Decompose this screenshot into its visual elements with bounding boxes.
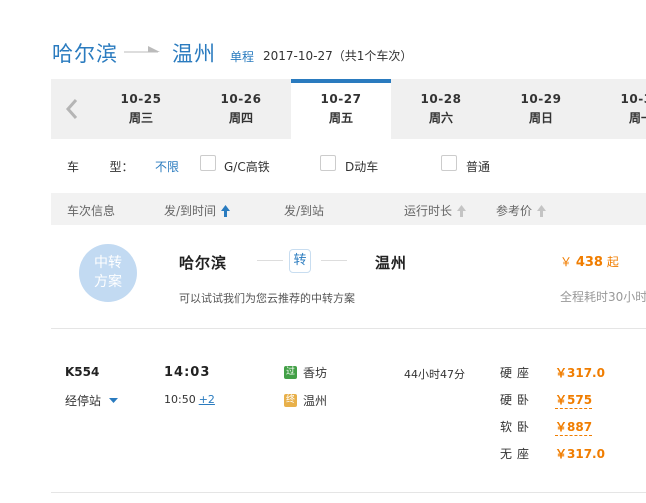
sort-up-icon bbox=[457, 204, 467, 217]
header-dep-arr-station: 发/到站 bbox=[284, 202, 324, 219]
seat-price: ￥317.0 bbox=[555, 366, 605, 380]
date-tab-weekday: 周三 bbox=[128, 111, 153, 125]
stops-label: 经停站 bbox=[65, 394, 102, 408]
terminal-station-icon: 终 bbox=[284, 394, 297, 407]
route-arrow-icon bbox=[124, 46, 160, 53]
table-header: 车次信息 发/到时间 发/到站 运行时长 参考价 bbox=[51, 193, 646, 225]
arrival-station-name: 温州 bbox=[303, 394, 328, 408]
transfer-icon: 转 bbox=[289, 249, 311, 273]
departure-station: 过 香坊 bbox=[284, 364, 327, 381]
train-row: K554 经停站 14:03 10:50 +2 过 香坊 终 温州 44小时47分… bbox=[51, 358, 646, 468]
filter-value-all[interactable]: 不限 bbox=[155, 158, 179, 175]
date-tab-weekday: 周一 bbox=[628, 111, 646, 125]
date-tab-weekday: 周六 bbox=[428, 111, 453, 125]
date-prev-button[interactable] bbox=[51, 79, 93, 139]
badge-line: 中转 bbox=[94, 255, 122, 271]
header-dep-arr-time[interactable]: 发/到时间 bbox=[164, 202, 231, 219]
date-tab-10-25[interactable]: 10-25 周三 bbox=[91, 79, 191, 139]
header-label: 参考价 bbox=[496, 204, 533, 218]
trip-date-summary: 2017-10-27（共1个车次） bbox=[263, 49, 413, 63]
caret-down-icon bbox=[109, 397, 119, 403]
transfer-plan-badge: 中转 方案 bbox=[79, 244, 137, 302]
price-value: 438 bbox=[575, 255, 603, 270]
checkbox-gc[interactable] bbox=[200, 155, 216, 171]
pass-station-icon: 过 bbox=[284, 366, 297, 379]
departure-time: 14:03 bbox=[164, 365, 211, 380]
transfer-plan-row[interactable]: 中转 方案 哈尔滨 转 温州 可以试试我们为您云推荐的中转方案 ￥ 438 起 … bbox=[51, 228, 646, 329]
header-train-info: 车次信息 bbox=[67, 202, 115, 219]
seat-price[interactable]: ￥887 bbox=[555, 418, 593, 436]
seat-hard-seat: 硬座 ￥317.0 bbox=[500, 364, 646, 384]
date-tab-10-28[interactable]: 10-28 周六 bbox=[391, 79, 491, 139]
date-tab-weekday: 周五 bbox=[328, 111, 353, 125]
date-tab-10-26[interactable]: 10-26 周四 bbox=[191, 79, 291, 139]
seat-price: ￥317.0 bbox=[555, 447, 605, 461]
date-tab-date: 10-30 bbox=[620, 92, 646, 106]
filter-option-d[interactable]: D动车 bbox=[345, 158, 378, 175]
seat-no-seat: 无座 ￥317.0 bbox=[500, 445, 646, 465]
transfer-line-right bbox=[321, 260, 347, 261]
transfer-line-left bbox=[257, 260, 283, 261]
checkbox-normal[interactable] bbox=[441, 155, 457, 171]
header-price[interactable]: 参考价 bbox=[496, 202, 547, 219]
arrival-time: 10:50 bbox=[164, 393, 196, 406]
train-number[interactable]: K554 bbox=[65, 365, 99, 379]
departure-station-name: 香坊 bbox=[303, 366, 328, 380]
seat-soft-sleeper: 软卧 ￥887 bbox=[500, 418, 646, 438]
arrival-station: 终 温州 bbox=[284, 392, 327, 409]
badge-line: 方案 bbox=[94, 274, 122, 290]
sort-up-active-icon bbox=[221, 204, 231, 217]
sort-up-icon bbox=[537, 204, 547, 217]
route-to-city: 温州 bbox=[172, 42, 216, 66]
seat-name: 无座 bbox=[500, 447, 535, 461]
date-tab-date: 10-25 bbox=[120, 92, 162, 106]
run-duration: 44小时47分 bbox=[404, 368, 465, 381]
header-label: 发/到时间 bbox=[164, 204, 217, 218]
seat-price[interactable]: ￥575 bbox=[555, 391, 593, 409]
header-label: 发/到站 bbox=[284, 204, 325, 218]
stops-dropdown[interactable]: 经停站 bbox=[65, 392, 119, 409]
date-tab-10-29[interactable]: 10-29 周日 bbox=[491, 79, 591, 139]
arrival-time-group: 10:50 +2 bbox=[164, 393, 215, 406]
seat-name: 软卧 bbox=[500, 420, 535, 434]
date-tab-weekday: 周四 bbox=[228, 111, 253, 125]
transfer-to-city: 温州 bbox=[375, 254, 408, 272]
seat-name: 硬座 bbox=[500, 366, 535, 380]
date-tab-date: 10-26 bbox=[220, 92, 262, 106]
filter-label: 车 型： bbox=[67, 160, 134, 174]
date-tab-10-27[interactable]: 10-27 周五 bbox=[291, 79, 391, 139]
train-type-filter: 车 型： 不限 G/C高铁 D动车 普通 bbox=[51, 147, 646, 183]
header-label: 车次信息 bbox=[67, 204, 116, 218]
date-tab-10-30[interactable]: 10-30 周一 bbox=[591, 79, 646, 139]
seat-hard-sleeper: 硬卧 ￥575 bbox=[500, 391, 646, 411]
date-tab-weekday: 周日 bbox=[528, 111, 553, 125]
transfer-price: ￥ 438 起 bbox=[560, 253, 619, 270]
filter-option-gc[interactable]: G/C高铁 bbox=[224, 158, 270, 175]
checkbox-d[interactable] bbox=[320, 155, 336, 171]
header-label: 运行时长 bbox=[404, 204, 453, 218]
header-duration[interactable]: 运行时长 bbox=[404, 202, 467, 219]
arrival-days-offset[interactable]: +2 bbox=[199, 393, 215, 406]
date-tab-date: 10-28 bbox=[420, 92, 462, 106]
row-divider bbox=[51, 492, 646, 493]
seat-name: 硬卧 bbox=[500, 393, 535, 407]
trip-type: 单程 bbox=[230, 50, 255, 64]
route-from-city: 哈尔滨 bbox=[52, 42, 118, 66]
chevron-left-icon bbox=[65, 99, 78, 119]
filter-option-normal[interactable]: 普通 bbox=[466, 158, 490, 175]
date-tab-date: 10-29 bbox=[520, 92, 562, 106]
transfer-from-city: 哈尔滨 bbox=[179, 254, 228, 272]
transfer-hint: 可以试试我们为您云推荐的中转方案 bbox=[179, 292, 355, 305]
date-tab-date: 10-27 bbox=[320, 92, 362, 106]
date-selector-bar: 10-25 周三 10-26 周四 10-27 周五 10-28 周六 10-2… bbox=[51, 79, 646, 139]
price-suffix: 起 bbox=[606, 255, 619, 269]
price-symbol: ￥ bbox=[560, 255, 573, 269]
transfer-total-time: 全程耗时30小时 bbox=[560, 290, 646, 304]
